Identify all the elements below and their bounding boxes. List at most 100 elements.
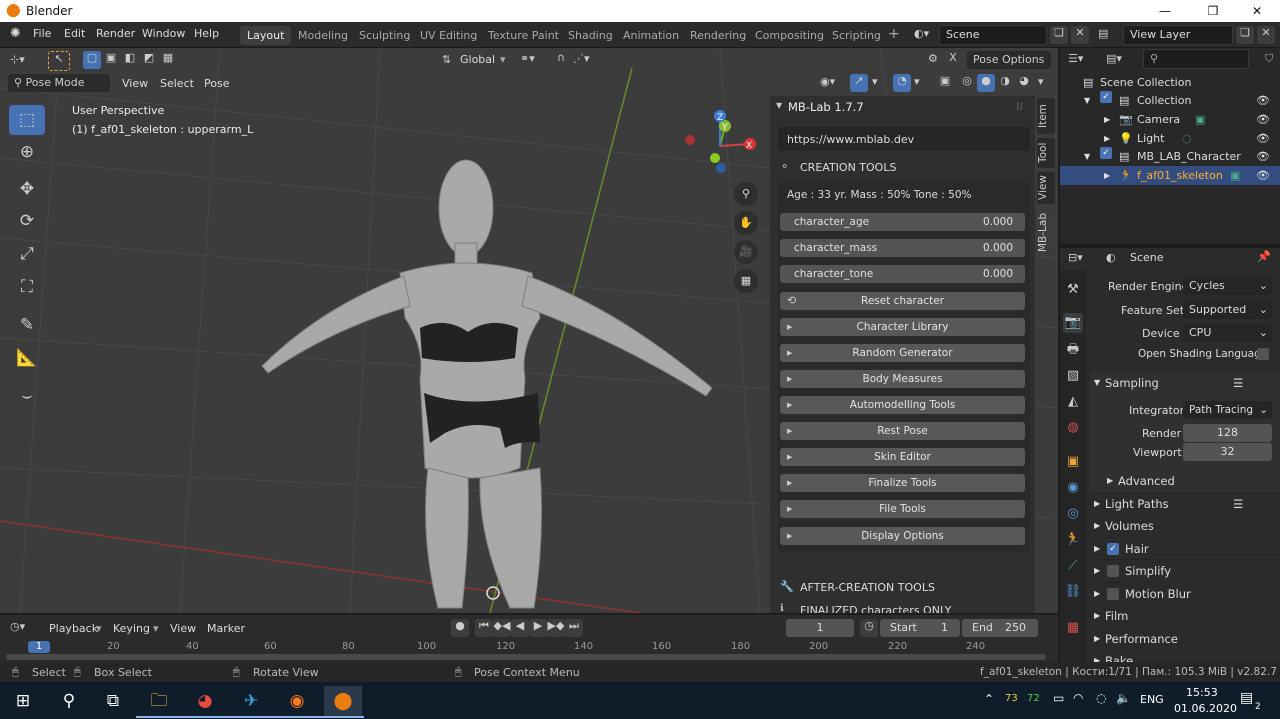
- eye-icon[interactable]: 👁: [1256, 147, 1270, 166]
- clock-time[interactable]: 15:53: [1186, 686, 1218, 699]
- overlay-toggle-icon[interactable]: ◔: [893, 74, 911, 92]
- bone-options-icon[interactable]: ⚙: [928, 52, 938, 65]
- tool-properties-icon[interactable]: ⚒: [1063, 280, 1083, 300]
- snap-target-icon[interactable]: ⋰▾: [573, 52, 590, 65]
- chrome-icon[interactable]: ◕: [186, 686, 224, 716]
- shading-solid-icon[interactable]: ●: [977, 74, 995, 92]
- render-properties-icon[interactable]: 📷: [1063, 313, 1083, 333]
- modifier-properties-icon[interactable]: ◉: [1063, 478, 1083, 498]
- pin-icon[interactable]: 📌: [1257, 250, 1271, 263]
- annotate-tool[interactable]: ✎: [9, 310, 45, 340]
- outliner-search-input[interactable]: ⚲: [1143, 49, 1249, 69]
- filter-icon[interactable]: ⛉: [1265, 52, 1273, 66]
- file-explorer-icon[interactable]: 🗀: [140, 686, 178, 716]
- tab-mblab[interactable]: MB-Lab: [1037, 208, 1055, 256]
- presets-icon[interactable]: ☰: [1233, 372, 1243, 394]
- tab-texture-paint[interactable]: Texture Paint: [481, 26, 566, 45]
- film-section[interactable]: ▶ Film: [1090, 604, 1280, 626]
- zoom-icon[interactable]: ⚲: [734, 182, 758, 206]
- shading-rendered-icon[interactable]: ◕: [1015, 74, 1033, 92]
- maximize-button[interactable]: ❐: [1190, 0, 1236, 22]
- simplify-checkbox[interactable]: [1107, 565, 1119, 577]
- tab-rendering[interactable]: Rendering: [683, 26, 753, 45]
- advanced-subsection[interactable]: ▶ Advanced: [1090, 470, 1280, 492]
- visibility-icon[interactable]: ◉▾: [820, 75, 835, 88]
- properties-editor-icon[interactable]: ⊟▾: [1068, 251, 1083, 264]
- wifi-icon[interactable]: ◠: [1073, 691, 1083, 705]
- end-frame-field[interactable]: End 250: [962, 619, 1038, 637]
- timeline-ruler[interactable]: 1 20 40 60 80 100 120 140 160 180 200 22…: [0, 641, 1058, 653]
- perspective-toggle-icon[interactable]: ▦: [734, 269, 758, 293]
- navigation-gizmo[interactable]: X Y Z: [680, 106, 760, 186]
- camera-view-icon[interactable]: 🎥: [734, 240, 758, 264]
- finalize-tools-panel[interactable]: ▶ Finalize Tools: [780, 474, 1025, 492]
- windows-start-icon[interactable]: ⊞: [4, 686, 42, 716]
- scene-properties-icon[interactable]: ◭: [1063, 392, 1083, 412]
- pose-options-dropdown[interactable]: Pose Options: [967, 51, 1051, 69]
- delete-scene-icon[interactable]: ✕: [1071, 26, 1089, 44]
- outliner-row-light[interactable]: ▶ 💡 Light ◌ 👁: [1060, 129, 1280, 148]
- menu-window[interactable]: Window: [142, 27, 185, 40]
- body-measures-panel[interactable]: ▶ Body Measures: [780, 370, 1025, 388]
- volumes-section[interactable]: ▶ Volumes: [1090, 514, 1280, 536]
- scale-tool[interactable]: ⤢: [9, 239, 45, 269]
- rest-pose-panel[interactable]: ▶ Rest Pose: [780, 422, 1025, 440]
- gizmo-toggle-icon[interactable]: ↗: [850, 74, 868, 92]
- next-keyframe-icon[interactable]: ▶◆: [547, 619, 565, 637]
- shading-material-icon[interactable]: ◑: [996, 74, 1014, 92]
- clock-date[interactable]: 01.06.2020: [1174, 702, 1237, 715]
- tab-scripting[interactable]: Scripting: [825, 26, 888, 45]
- eye-icon[interactable]: 👁: [1256, 91, 1270, 110]
- selection-mode-intersect-icon[interactable]: ▦: [159, 51, 177, 69]
- menu-pose[interactable]: Pose: [204, 77, 229, 90]
- simplify-section[interactable]: ▶ Simplify: [1090, 559, 1280, 581]
- device-select[interactable]: CPU ⌄: [1183, 324, 1272, 342]
- selection-mode-extend-icon[interactable]: ▣: [102, 51, 120, 69]
- collection-checkbox[interactable]: ✓: [1100, 91, 1112, 103]
- menu-render[interactable]: Render: [96, 27, 135, 40]
- pan-hand-icon[interactable]: ✋: [734, 211, 758, 235]
- render-engine-select[interactable]: Cycles ⌄: [1183, 277, 1272, 295]
- tray-chevron-icon[interactable]: ⌃: [984, 692, 994, 706]
- tab-shading[interactable]: Shading: [561, 26, 620, 45]
- outliner-row-collection[interactable]: ▼ ✓ ▤ Collection 👁: [1060, 91, 1280, 110]
- menu-select[interactable]: Select: [160, 77, 194, 90]
- presets-icon[interactable]: ☰: [1233, 493, 1243, 515]
- feature-set-select[interactable]: Supported ⌄: [1183, 301, 1272, 319]
- tab-sculpting[interactable]: Sculpting: [352, 26, 417, 45]
- motion-blur-section[interactable]: ▶ Motion Blur: [1090, 582, 1280, 604]
- view-layer-properties-icon[interactable]: ▧: [1063, 366, 1083, 386]
- hair-section[interactable]: ▶ ✓ Hair: [1090, 537, 1280, 559]
- tab-layout[interactable]: Layout: [240, 26, 292, 45]
- motion-blur-checkbox[interactable]: [1107, 588, 1119, 600]
- random-generator-panel[interactable]: ▶ Random Generator: [780, 344, 1025, 362]
- bone-constraint-properties-icon[interactable]: ⛓: [1063, 582, 1083, 602]
- minimize-button[interactable]: —: [1142, 0, 1188, 22]
- character-mass-slider[interactable]: character_mass 0.000: [780, 239, 1025, 257]
- selection-mode-new-icon[interactable]: ▢: [83, 51, 101, 69]
- menu-file[interactable]: File: [33, 27, 51, 40]
- output-properties-icon[interactable]: 🖶: [1063, 340, 1083, 360]
- view-layer-field[interactable]: View Layer: [1123, 25, 1233, 45]
- auto-keying-icon[interactable]: ●: [451, 619, 469, 637]
- physics-properties-icon[interactable]: ◎: [1063, 504, 1083, 524]
- view-layer-icon[interactable]: ▤: [1098, 27, 1108, 40]
- cursor-tool[interactable]: ⊕: [9, 137, 45, 167]
- play-reverse-icon[interactable]: ◀: [511, 619, 529, 637]
- shading-wireframe-icon[interactable]: ◎: [958, 74, 976, 92]
- light-paths-section[interactable]: ▶ Light Paths ☰: [1090, 492, 1280, 514]
- measure-tool[interactable]: 📐: [9, 343, 45, 373]
- snap-icon[interactable]: ∩: [552, 51, 570, 69]
- menu-edit[interactable]: Edit: [64, 27, 85, 40]
- outliner-editor-icon[interactable]: ☰▾: [1068, 52, 1083, 65]
- new-view-layer-icon[interactable]: ❏: [1236, 26, 1254, 44]
- bend-tool[interactable]: ⌣: [9, 381, 45, 411]
- integrator-select[interactable]: Path Tracing ⌄: [1183, 401, 1272, 419]
- display-mode-icon[interactable]: ▤▾: [1106, 52, 1122, 65]
- tab-animation[interactable]: Animation: [616, 26, 686, 45]
- x-mirror-button[interactable]: X: [946, 51, 960, 69]
- viewport-samples-field[interactable]: 32: [1183, 443, 1272, 461]
- move-tool[interactable]: ✥: [9, 174, 45, 204]
- mblab-url[interactable]: https://www.mblab.dev: [787, 133, 914, 146]
- skin-editor-panel[interactable]: ▶ Skin Editor: [780, 448, 1025, 466]
